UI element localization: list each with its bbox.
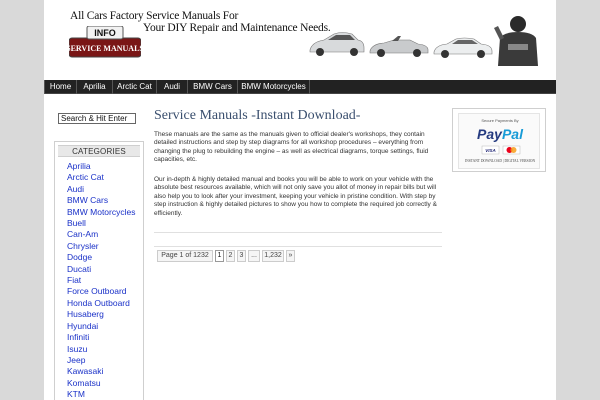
category-link[interactable]: Kawasaki [67, 366, 135, 377]
categories-heading: CATEGORIES [58, 145, 140, 157]
card-icons: VISA [481, 145, 521, 155]
logo-badge-bottom: SERVICE MANUALS [69, 44, 141, 53]
divider [154, 232, 442, 233]
category-link[interactable]: Komatsu [67, 378, 135, 389]
cars-image [309, 32, 493, 58]
page-ellipsis: ... [248, 250, 260, 262]
paypal-secure-text: Secure Payments By [481, 118, 519, 123]
mechanic-image [494, 16, 538, 66]
search-input[interactable] [58, 113, 136, 124]
details-paragraph: Our in-depth & highly detailed manual an… [154, 176, 437, 217]
categories-panel: CATEGORIES Aprilia Arctic Cat Audi BMW C… [54, 141, 144, 400]
category-link[interactable]: Hyundai [67, 321, 135, 332]
category-link[interactable]: Dodge [67, 252, 135, 263]
divider [154, 246, 442, 247]
nav-arctic-cat[interactable]: Arctic Cat [113, 80, 157, 94]
paypal-logo-pay: Pay [477, 126, 502, 142]
logo-badge-top: INFO [94, 28, 116, 38]
category-link[interactable]: Infiniti [67, 332, 135, 343]
site-header: All Cars Factory Service Manuals For You… [44, 0, 556, 80]
intro-paragraph: These manuals are the same as the manual… [154, 131, 429, 164]
categories-list: Aprilia Arctic Cat Audi BMW Cars BMW Mot… [67, 161, 135, 400]
nav-bmw-cars[interactable]: BMW Cars [188, 80, 238, 94]
page-info: Page 1 of 1232 [157, 250, 213, 262]
paypal-footer: INSTANT DOWNLOAD | DIGITAL VERSION [464, 159, 536, 163]
page-title[interactable]: Service Manuals -Instant Download- [154, 108, 360, 124]
paypal-logo: PayPal [459, 126, 541, 142]
page-current: 1 [215, 250, 224, 262]
category-link[interactable]: BMW Motorcycles [67, 207, 135, 218]
logo-badge[interactable]: INFO SERVICE MANUALS [69, 26, 141, 58]
nav-aprilia[interactable]: Aprilia [77, 80, 113, 94]
category-link[interactable]: Fiat [67, 275, 135, 286]
category-link[interactable]: Buell [67, 218, 135, 229]
category-link[interactable]: Aprilia [67, 161, 135, 172]
logo-tagline-1: All Cars Factory Service Manuals For [70, 10, 239, 22]
page-link[interactable]: 2 [226, 250, 235, 262]
page-link-last[interactable]: 1,232 [262, 250, 284, 262]
page-link[interactable]: 3 [237, 250, 246, 262]
page: All Cars Factory Service Manuals For You… [44, 0, 556, 400]
nav-audi[interactable]: Audi [157, 80, 188, 94]
category-link[interactable]: Chrysler [67, 241, 135, 252]
category-link[interactable]: Audi [67, 184, 135, 195]
category-link[interactable]: Force Outboard [67, 286, 135, 297]
category-link[interactable]: Can-Am [67, 229, 135, 240]
main-nav: Home Aprilia Arctic Cat Audi BMW Cars BM… [44, 80, 556, 94]
category-link[interactable]: Isuzu [67, 344, 135, 355]
category-link[interactable]: Ducati [67, 264, 135, 275]
paypal-logo-pal: Pal [501, 126, 523, 142]
category-link[interactable]: Honda Outboard [67, 298, 135, 309]
category-link[interactable]: BMW Cars [67, 195, 135, 206]
nav-home[interactable]: Home [44, 80, 77, 94]
category-link[interactable]: KTM [67, 389, 135, 400]
next-page-button[interactable]: » [286, 250, 295, 262]
paypal-badge[interactable]: Secure Payments By PayPal VISA INSTANT D… [458, 113, 540, 169]
category-link[interactable]: Husaberg [67, 309, 135, 320]
visa-icon: VISA [485, 148, 496, 153]
category-link[interactable]: Jeep [67, 355, 135, 366]
nav-bmw-motorcycles[interactable]: BMW Motorcycles [238, 80, 310, 94]
paypal-widget: Secure Payments By PayPal VISA INSTANT D… [452, 108, 546, 172]
category-link[interactable]: Arctic Cat [67, 172, 135, 183]
logo-tagline-2: Your DIY Repair and Maintenance Needs. [143, 22, 331, 34]
